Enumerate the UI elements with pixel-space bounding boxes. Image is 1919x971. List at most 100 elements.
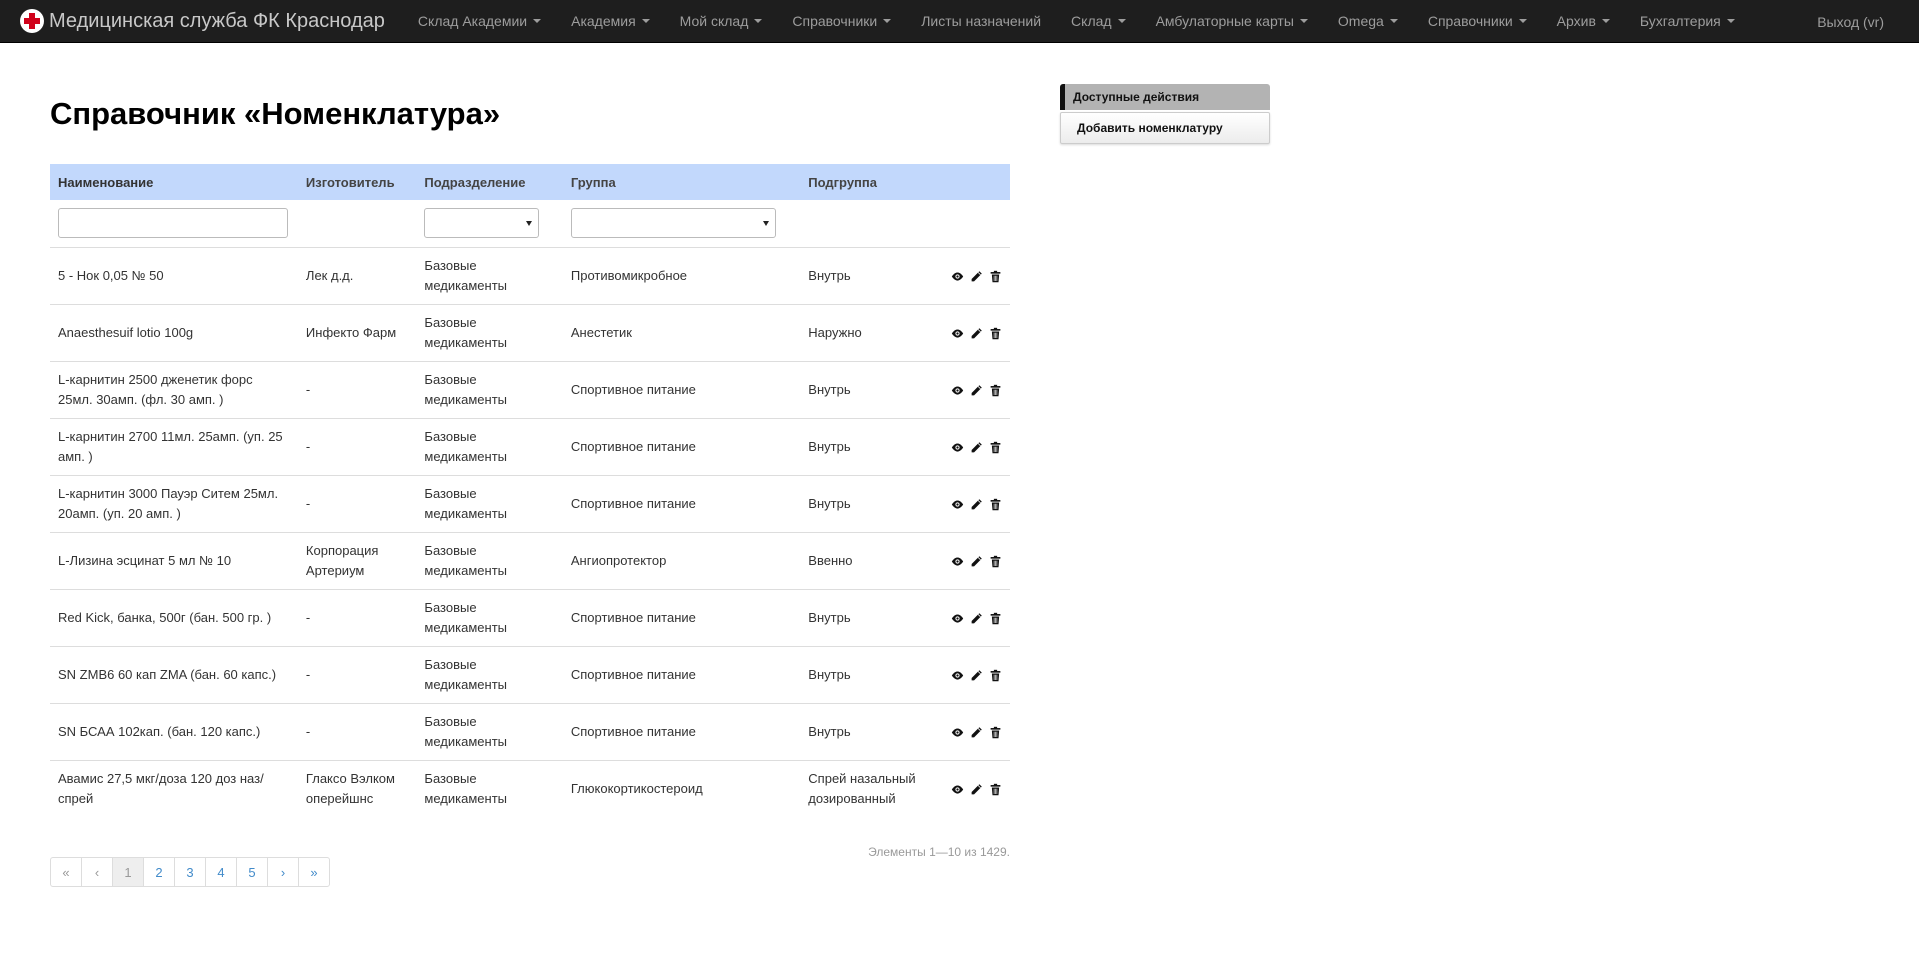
nav-item[interactable]: Листы назначений — [906, 0, 1056, 42]
next-page-button[interactable]: › — [267, 857, 299, 887]
cell-maker: - — [297, 645, 417, 703]
pencil-icon[interactable] — [970, 782, 983, 795]
nav-item[interactable]: Амбулаторные карты — [1141, 0, 1323, 42]
header-name[interactable]: Наименование — [50, 164, 298, 200]
eye-icon[interactable] — [951, 440, 964, 453]
cell-maker: Корпорация Артериум — [297, 531, 417, 589]
actions-panel-heading: Доступные действия — [1060, 84, 1270, 110]
trash-icon[interactable] — [989, 782, 1002, 796]
pencil-icon[interactable] — [970, 326, 983, 339]
pencil-icon[interactable] — [970, 440, 983, 453]
trash-icon[interactable] — [989, 611, 1002, 625]
trash-icon[interactable] — [989, 554, 1002, 568]
cell-subgroup: Внутрь — [800, 702, 941, 760]
first-page-button[interactable]: « — [50, 857, 82, 887]
caret-down-icon — [533, 19, 542, 23]
nav-item[interactable]: Склад — [1056, 0, 1141, 42]
name-filter-input[interactable] — [58, 208, 288, 239]
nav-item[interactable]: Бухгалтерия — [1625, 0, 1750, 42]
cell-group: Спортивное питание — [562, 702, 801, 760]
trash-icon[interactable] — [989, 725, 1002, 739]
eye-icon[interactable] — [951, 725, 964, 738]
cell-maker: - — [297, 702, 417, 760]
header-group: Группа — [562, 164, 801, 200]
cell-group: Спортивное питание — [562, 588, 801, 646]
trash-icon[interactable] — [989, 269, 1002, 283]
pencil-icon[interactable] — [970, 554, 983, 567]
header-dept: Подразделение — [416, 164, 563, 200]
group-filter-select[interactable] — [570, 208, 776, 239]
cell-dept: Базовые медикаменты — [416, 645, 563, 703]
cell-group: Ангиопротектор — [562, 531, 801, 589]
prev-page-button[interactable]: ‹ — [81, 857, 113, 887]
cell-subgroup: Внутрь — [800, 474, 941, 532]
cell-name: SN БСАА 102кап. (бан. 120 капс.) — [50, 702, 298, 760]
pencil-icon[interactable] — [970, 725, 983, 738]
cell-name: 5 - Нок 0,05 № 50 — [50, 246, 298, 304]
nav-item-label: Склад — [1071, 13, 1112, 29]
nav-item[interactable]: Справочники — [777, 0, 906, 42]
pagination: «‹ 1 2 3 4 5 ›» — [50, 857, 330, 887]
cell-subgroup: Внутрь — [800, 360, 941, 418]
eye-icon[interactable] — [951, 326, 964, 339]
add-nomenclature-button[interactable]: Добавить номенклатуру — [1060, 112, 1270, 144]
caret-down-icon — [754, 19, 763, 23]
nav-item-label: Листы назначений — [921, 13, 1042, 29]
trash-icon[interactable] — [989, 383, 1002, 397]
cell-group: Спортивное питание — [562, 417, 801, 475]
eye-icon[interactable] — [951, 782, 964, 795]
table-row: 5 - Нок 0,05 № 50 Лек д.д. Базовые медикам… — [50, 246, 1010, 304]
cell-maker: Лек д.д. — [297, 246, 417, 304]
nav-item[interactable]: Справочники — [1413, 0, 1542, 42]
trash-icon[interactable] — [989, 497, 1002, 511]
trash-icon[interactable] — [989, 668, 1002, 682]
pencil-icon[interactable] — [970, 269, 983, 282]
cell-actions — [940, 417, 1010, 475]
logout-link[interactable]: Выход (vr) — [1817, 0, 1884, 43]
nav-item[interactable]: Склад Академии — [403, 0, 556, 42]
caret-down-icon — [1117, 19, 1126, 23]
last-page-button[interactable]: » — [298, 857, 330, 887]
eye-icon[interactable] — [951, 383, 964, 396]
caret-down-icon — [1726, 19, 1735, 23]
cell-name: Авамис 27,5 мкг/доза 120 доз наз/спрей — [50, 759, 298, 817]
pencil-icon[interactable] — [970, 668, 983, 681]
eye-icon[interactable] — [951, 554, 964, 567]
eye-icon[interactable] — [951, 269, 964, 282]
cell-maker: - — [297, 360, 417, 418]
page-button[interactable]: 4 — [205, 857, 237, 887]
cell-group: Спортивное питание — [562, 360, 801, 418]
table-row: L-карнитин 2500 дженетик форс 25мл. 30ам… — [50, 360, 1010, 418]
eye-icon[interactable] — [951, 611, 964, 624]
page-button[interactable]: 3 — [174, 857, 206, 887]
pencil-icon[interactable] — [970, 611, 983, 624]
page-button[interactable]: 1 — [112, 857, 144, 887]
nav-item[interactable]: Мой склад — [665, 0, 778, 42]
eye-icon[interactable] — [951, 668, 964, 681]
brand-link[interactable]: Медицинская служба ФК Краснодар — [0, 9, 403, 33]
page-button[interactable]: 2 — [143, 857, 175, 887]
pencil-icon[interactable] — [970, 497, 983, 510]
pencil-icon[interactable] — [970, 383, 983, 396]
items-counter: Элементы 1—10 из 1429. — [868, 845, 1010, 859]
eye-icon[interactable] — [951, 497, 964, 510]
cell-maker: - — [297, 474, 417, 532]
table-row: L-карнитин 3000 Пауэр Ситем 25мл. 20амп.… — [50, 474, 1010, 532]
nav-item-label: Склад Академии — [417, 13, 528, 29]
dept-filter-select[interactable] — [424, 208, 540, 239]
cell-group: Глюкокортикостероид — [562, 759, 801, 817]
cell-name: Anaesthesuif lotio 100g — [50, 303, 298, 361]
header-actions — [940, 164, 1010, 200]
caret-down-icon — [883, 19, 892, 23]
cell-group: Противомикробное — [562, 246, 801, 304]
page-title: Справочник «Номенклатура» — [50, 96, 501, 131]
cell-subgroup: Внутрь — [800, 588, 941, 646]
trash-icon[interactable] — [989, 326, 1002, 340]
page-button[interactable]: 5 — [236, 857, 268, 887]
table-row: L-Лизина эсцинат 5 мл № 10 Корпорация Арт… — [50, 531, 1010, 589]
nav-item[interactable]: Академия — [556, 0, 665, 42]
nav-item[interactable]: Omega — [1323, 0, 1413, 42]
nav-item-label: Мой склад — [679, 13, 749, 29]
trash-icon[interactable] — [989, 440, 1002, 454]
nav-item[interactable]: Архив — [1542, 0, 1625, 42]
